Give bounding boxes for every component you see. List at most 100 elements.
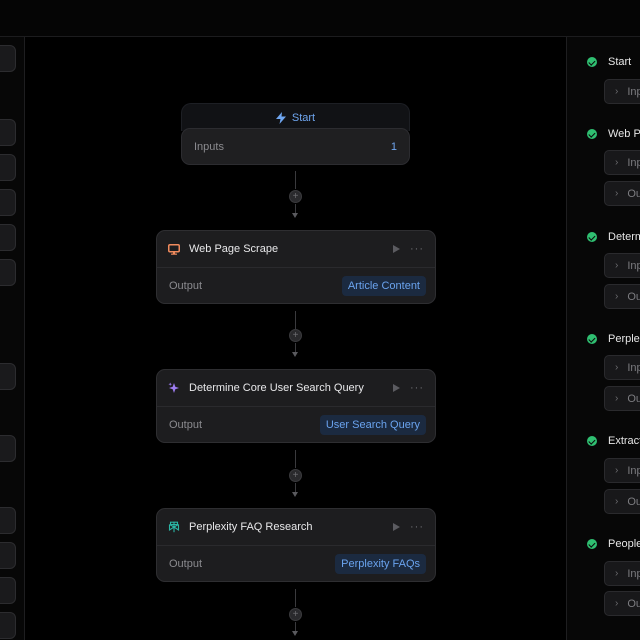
run-step-input-row[interactable]: › Inp <box>604 355 640 380</box>
output-variable-badge[interactable]: Perplexity FAQs <box>335 554 426 574</box>
io-label: Out <box>627 495 640 508</box>
add-step-button[interactable]: + <box>289 329 302 342</box>
success-check-icon <box>587 129 597 139</box>
more-options-icon[interactable]: ··· <box>410 522 424 533</box>
io-label: Out <box>627 392 640 405</box>
run-step-input-row[interactable]: › Inp <box>604 458 640 483</box>
run-step-extract[interactable]: Extract <box>587 435 640 447</box>
io-label: Out <box>627 597 640 610</box>
run-step-input-row[interactable]: › Inp <box>604 253 640 278</box>
workflow-canvas[interactable]: Start Inputs 1 + Web Page Scrape ··· Out… <box>26 37 566 640</box>
output-variable-badge[interactable]: Article Content <box>341 276 426 296</box>
io-label: Out <box>627 187 640 200</box>
chevron-right-icon: › <box>615 260 619 271</box>
step-node-determine-query[interactable]: Determine Core User Search Query ··· Out… <box>156 369 436 443</box>
start-inputs-row[interactable]: Inputs 1 <box>181 128 410 165</box>
run-step-start[interactable]: Start <box>587 56 631 68</box>
left-toolbar-button[interactable] <box>0 154 16 181</box>
run-step-label: People <box>608 538 640 550</box>
node-output-row: Output Article Content <box>157 268 435 304</box>
io-label: Inp <box>627 259 640 272</box>
left-toolbar-button[interactable] <box>0 259 16 286</box>
left-toolbar-button[interactable] <box>0 224 16 251</box>
io-label: Out <box>627 290 640 303</box>
chevron-right-icon: › <box>615 291 619 302</box>
monitor-icon <box>168 243 180 255</box>
top-bar <box>0 0 640 37</box>
run-log-panel: Start ›Inp Web Pa ›Inp ›Out Determ ›Inp … <box>566 37 640 640</box>
run-step-play-icon[interactable] <box>393 523 400 531</box>
run-step-play-icon[interactable] <box>393 245 400 253</box>
connector-line <box>295 483 296 492</box>
run-step-label: Web Pa <box>608 128 640 140</box>
run-step-output-row[interactable]: › Out <box>604 591 640 616</box>
connector-line <box>295 343 296 352</box>
io-label: Inp <box>627 85 640 98</box>
connector-line <box>295 204 296 213</box>
node-header: Web Page Scrape ··· <box>157 231 435 268</box>
sparkle-icon <box>168 382 180 394</box>
add-step-button[interactable]: + <box>289 608 302 621</box>
run-step-input-row[interactable]: › Inp <box>604 150 640 175</box>
step-node-web-page-scrape[interactable]: Web Page Scrape ··· Output Article Conte… <box>156 230 436 304</box>
chevron-right-icon: › <box>615 496 619 507</box>
connector-line <box>295 171 296 189</box>
connector-arrow <box>292 492 298 497</box>
success-check-icon <box>587 539 597 549</box>
node-header: Determine Core User Search Query ··· <box>157 370 435 407</box>
output-label: Output <box>169 558 203 570</box>
left-toolbar <box>0 37 25 640</box>
run-step-label: Determ <box>608 231 640 243</box>
run-step-determine[interactable]: Determ <box>587 231 640 243</box>
connector-line <box>295 450 296 468</box>
node-header: Perplexity FAQ Research ··· <box>157 509 435 546</box>
run-step-perplexity[interactable]: Perplex <box>587 333 640 345</box>
output-label: Output <box>169 280 203 292</box>
left-toolbar-button[interactable] <box>0 507 16 534</box>
more-options-icon[interactable]: ··· <box>410 244 424 255</box>
left-toolbar-button[interactable] <box>0 435 16 462</box>
run-step-output-row[interactable]: › Out <box>604 284 640 309</box>
run-step-input-row[interactable]: › Inp <box>604 561 640 586</box>
run-step-input-row[interactable]: › Inp <box>604 79 640 104</box>
bolt-icon <box>275 111 286 124</box>
left-toolbar-button[interactable] <box>0 542 16 569</box>
run-step-play-icon[interactable] <box>393 384 400 392</box>
node-title: Perplexity FAQ Research <box>189 521 313 533</box>
chevron-right-icon: › <box>615 157 619 168</box>
step-node-perplexity-faq[interactable]: Perplexity FAQ Research ··· Output Perpl… <box>156 508 436 582</box>
left-toolbar-button[interactable] <box>0 612 16 639</box>
run-step-people[interactable]: People <box>587 538 640 550</box>
add-step-button[interactable]: + <box>289 469 302 482</box>
node-output-row: Output User Search Query <box>157 407 435 443</box>
node-output-row: Output Perplexity FAQs <box>157 546 435 582</box>
chevron-right-icon: › <box>615 393 619 404</box>
run-step-output-row[interactable]: › Out <box>604 181 640 206</box>
node-title: Determine Core User Search Query <box>189 382 364 394</box>
left-toolbar-button[interactable] <box>0 189 16 216</box>
left-toolbar-button[interactable] <box>0 577 16 604</box>
output-variable-badge[interactable]: User Search Query <box>319 415 426 435</box>
chevron-right-icon: › <box>615 188 619 199</box>
add-step-button[interactable]: + <box>289 190 302 203</box>
chevron-right-icon: › <box>615 362 619 373</box>
start-node[interactable]: Start Inputs 1 <box>181 103 410 165</box>
chevron-right-icon: › <box>615 86 619 97</box>
more-options-icon[interactable]: ··· <box>410 383 424 394</box>
connector-line <box>295 589 296 607</box>
left-toolbar-button[interactable] <box>0 363 16 390</box>
run-step-output-row[interactable]: › Out <box>604 489 640 514</box>
left-toolbar-button[interactable] <box>0 119 16 146</box>
io-label: Inp <box>627 464 640 477</box>
success-check-icon <box>587 334 597 344</box>
left-toolbar-button[interactable] <box>0 45 16 72</box>
run-step-web-page[interactable]: Web Pa <box>587 128 640 140</box>
success-check-icon <box>587 57 597 67</box>
run-step-output-row[interactable]: › Out <box>604 386 640 411</box>
start-inputs-count: 1 <box>390 140 397 153</box>
success-check-icon <box>587 436 597 446</box>
perplexity-icon <box>168 521 180 533</box>
start-node-title: Start <box>291 111 316 124</box>
run-step-label: Extract <box>608 435 640 447</box>
connector-arrow <box>292 352 298 357</box>
